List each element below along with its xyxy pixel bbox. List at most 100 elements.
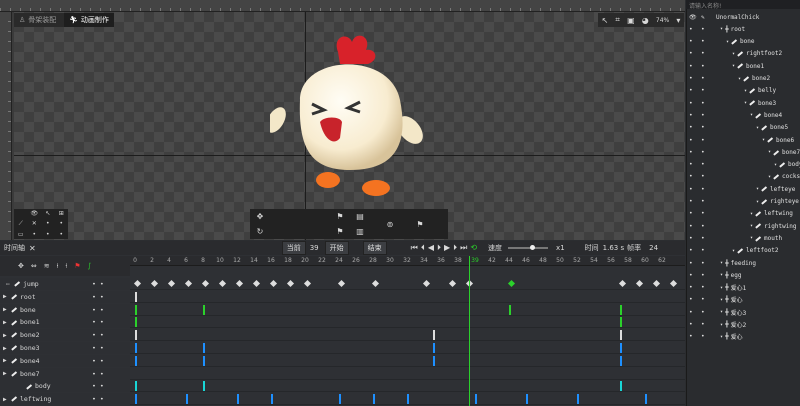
visibility-dot[interactable]: • bbox=[689, 87, 693, 94]
event-keyframe[interactable] bbox=[422, 279, 431, 288]
keyframe[interactable] bbox=[135, 317, 137, 328]
play-icon[interactable]: ⏵ bbox=[437, 243, 444, 252]
expand-arrow-icon[interactable]: ▾ bbox=[750, 112, 753, 118]
event-keyframe[interactable] bbox=[303, 279, 312, 288]
visibility-toggles[interactable]: • • bbox=[92, 306, 104, 314]
flag-icon[interactable]: ⚑ bbox=[416, 220, 423, 229]
event-keyframe[interactable] bbox=[371, 279, 380, 288]
expand-arrow-icon[interactable]: ▾ bbox=[750, 211, 753, 217]
visibility-toggles[interactable]: • • bbox=[92, 280, 104, 288]
ease-icon[interactable]: ∫ bbox=[88, 262, 92, 270]
image-icon[interactable]: ▭ bbox=[18, 231, 24, 238]
event-keyframe[interactable] bbox=[507, 279, 516, 288]
tree-item[interactable]: • • ▾ bone2 bbox=[686, 73, 800, 85]
track-keys[interactable] bbox=[130, 316, 685, 328]
visibility-dot[interactable]: • bbox=[689, 309, 693, 316]
visibility-dot[interactable]: • bbox=[689, 223, 693, 230]
visibility-dot[interactable]: • bbox=[689, 75, 693, 82]
fit-icon[interactable]: ✥ bbox=[18, 262, 24, 270]
curve-icon[interactable]: ≋ bbox=[44, 262, 50, 270]
visibility-dot[interactable]: • bbox=[689, 198, 693, 205]
expand-arrow-icon[interactable]: ▾ bbox=[720, 260, 723, 266]
tree-item[interactable]: • • ▾ mouth bbox=[686, 232, 800, 244]
visibility-dot[interactable]: • bbox=[689, 124, 693, 131]
expand-arrow-icon[interactable]: ▾ bbox=[756, 199, 759, 205]
visibility-toggles[interactable]: • • bbox=[92, 357, 104, 365]
lock-dot[interactable]: • bbox=[701, 75, 705, 82]
visibility-dot[interactable]: • bbox=[689, 173, 693, 180]
expand-arrow-icon[interactable]: ▾ bbox=[768, 174, 771, 180]
lock-dot[interactable]: • bbox=[701, 173, 705, 180]
keyframe[interactable] bbox=[619, 355, 622, 366]
event-keyframe[interactable] bbox=[167, 279, 176, 288]
tree-item[interactable]: • • ▾ bone6 bbox=[686, 134, 800, 146]
event-keyframe[interactable] bbox=[448, 279, 456, 288]
tree-item[interactable]: • • ▾ belly bbox=[686, 85, 800, 97]
bone-icon[interactable]: ⟋ bbox=[19, 220, 23, 228]
lock-dot[interactable]: • bbox=[701, 26, 705, 33]
first-frame-icon[interactable]: ⏮ bbox=[411, 243, 421, 252]
keyframe[interactable] bbox=[135, 343, 137, 353]
visibility-dot[interactable]: • bbox=[689, 137, 693, 144]
expand-arrow-icon[interactable]: ▾ bbox=[720, 334, 723, 340]
track-row[interactable]: ▶ bone4 • • bbox=[0, 354, 685, 367]
visibility-toggles[interactable]: • • bbox=[92, 293, 104, 301]
close-icon[interactable]: ✕ bbox=[29, 244, 36, 253]
expand-arrow-icon[interactable]: ▾ bbox=[750, 223, 753, 229]
move-icon[interactable]: ✥ bbox=[257, 212, 264, 221]
visibility-toggles[interactable]: • • bbox=[92, 318, 104, 326]
keyframe[interactable] bbox=[577, 394, 579, 405]
tree-item[interactable]: • • ▾ leftwing bbox=[686, 208, 800, 220]
keyframe[interactable] bbox=[475, 394, 477, 405]
lock-dot[interactable]: • bbox=[701, 260, 705, 267]
keyframe[interactable] bbox=[619, 304, 622, 315]
search-input[interactable]: 请输入名称! bbox=[686, 0, 800, 10]
keyframe[interactable] bbox=[135, 381, 137, 392]
expand-arrow-icon[interactable]: ▾ bbox=[720, 285, 723, 291]
image-icon[interactable]: ▣ bbox=[627, 16, 635, 25]
visibility-dot[interactable]: 👁︎ bbox=[689, 14, 697, 21]
visibility-toggles[interactable]: • • bbox=[92, 395, 104, 403]
lock-dot[interactable]: • bbox=[701, 296, 705, 303]
expand-arrow-icon[interactable]: ▾ bbox=[732, 248, 735, 254]
canvas-viewport[interactable]: ♙ 骨架装配 🏃︎ 动画制作 ↖ ⌗ ▣ ◕ 74% ▾ 👁︎ ↖ ⊞ ⟋ ✕ • • ▭ • •… bbox=[0, 0, 685, 240]
tree-item[interactable]: • • ▾ righteye bbox=[686, 196, 800, 208]
visibility-dot[interactable]: • bbox=[689, 100, 693, 107]
lock-dot[interactable]: • bbox=[701, 161, 705, 168]
key-add-icon[interactable]: ⍿ bbox=[57, 262, 59, 271]
grid-icon[interactable]: ⊞ bbox=[59, 210, 64, 217]
visibility-dot[interactable]: • bbox=[689, 284, 693, 291]
zoom-level[interactable]: 74% bbox=[656, 17, 669, 24]
keyframe[interactable] bbox=[619, 330, 622, 341]
event-keyframe[interactable] bbox=[652, 279, 660, 288]
keyframe[interactable] bbox=[407, 394, 409, 405]
rotate-icon[interactable]: ↻ bbox=[257, 227, 264, 236]
track-keys[interactable] bbox=[130, 368, 685, 380]
keyframe[interactable] bbox=[203, 381, 205, 392]
keyframe[interactable] bbox=[432, 355, 435, 366]
eye-icon[interactable]: 👁︎ bbox=[30, 210, 38, 217]
keyframe[interactable] bbox=[135, 394, 137, 405]
tree-item[interactable]: • • ▾ bone4 bbox=[686, 109, 800, 121]
event-keyframe[interactable] bbox=[218, 279, 227, 288]
visibility-dot[interactable]: • bbox=[689, 296, 693, 303]
visibility-toggles[interactable]: • • bbox=[92, 370, 104, 378]
expand-arrow-icon[interactable]: ▾ bbox=[732, 63, 735, 69]
visibility-toggles[interactable]: • • bbox=[92, 344, 104, 352]
frame-ruler[interactable]: 0 2 4 6 8 10 12 14 16 18 20 22 24 26 28 30 32 34 36 38 39 42 4… bbox=[130, 256, 685, 266]
lock-dot[interactable]: • bbox=[701, 137, 705, 144]
flag-icon[interactable]: ⚑ bbox=[336, 212, 343, 221]
visibility-dot[interactable]: • bbox=[689, 50, 693, 57]
layers-icon[interactable]: ▥ bbox=[356, 227, 364, 236]
event-keyframe[interactable] bbox=[235, 279, 244, 288]
event-keyframe[interactable] bbox=[269, 279, 278, 288]
lock-dot[interactable]: • bbox=[701, 210, 705, 217]
chick-character[interactable] bbox=[270, 30, 430, 200]
visibility-dot[interactable]: • bbox=[689, 235, 693, 242]
track-keys[interactable] bbox=[130, 342, 685, 354]
expand-arrow-icon[interactable]: ▾ bbox=[744, 88, 747, 94]
transform-icon[interactable]: ⌗ bbox=[615, 15, 620, 25]
keyframe[interactable] bbox=[135, 355, 137, 366]
keyframe[interactable] bbox=[237, 394, 239, 405]
track-row[interactable]: ▶ root • • bbox=[0, 290, 685, 303]
